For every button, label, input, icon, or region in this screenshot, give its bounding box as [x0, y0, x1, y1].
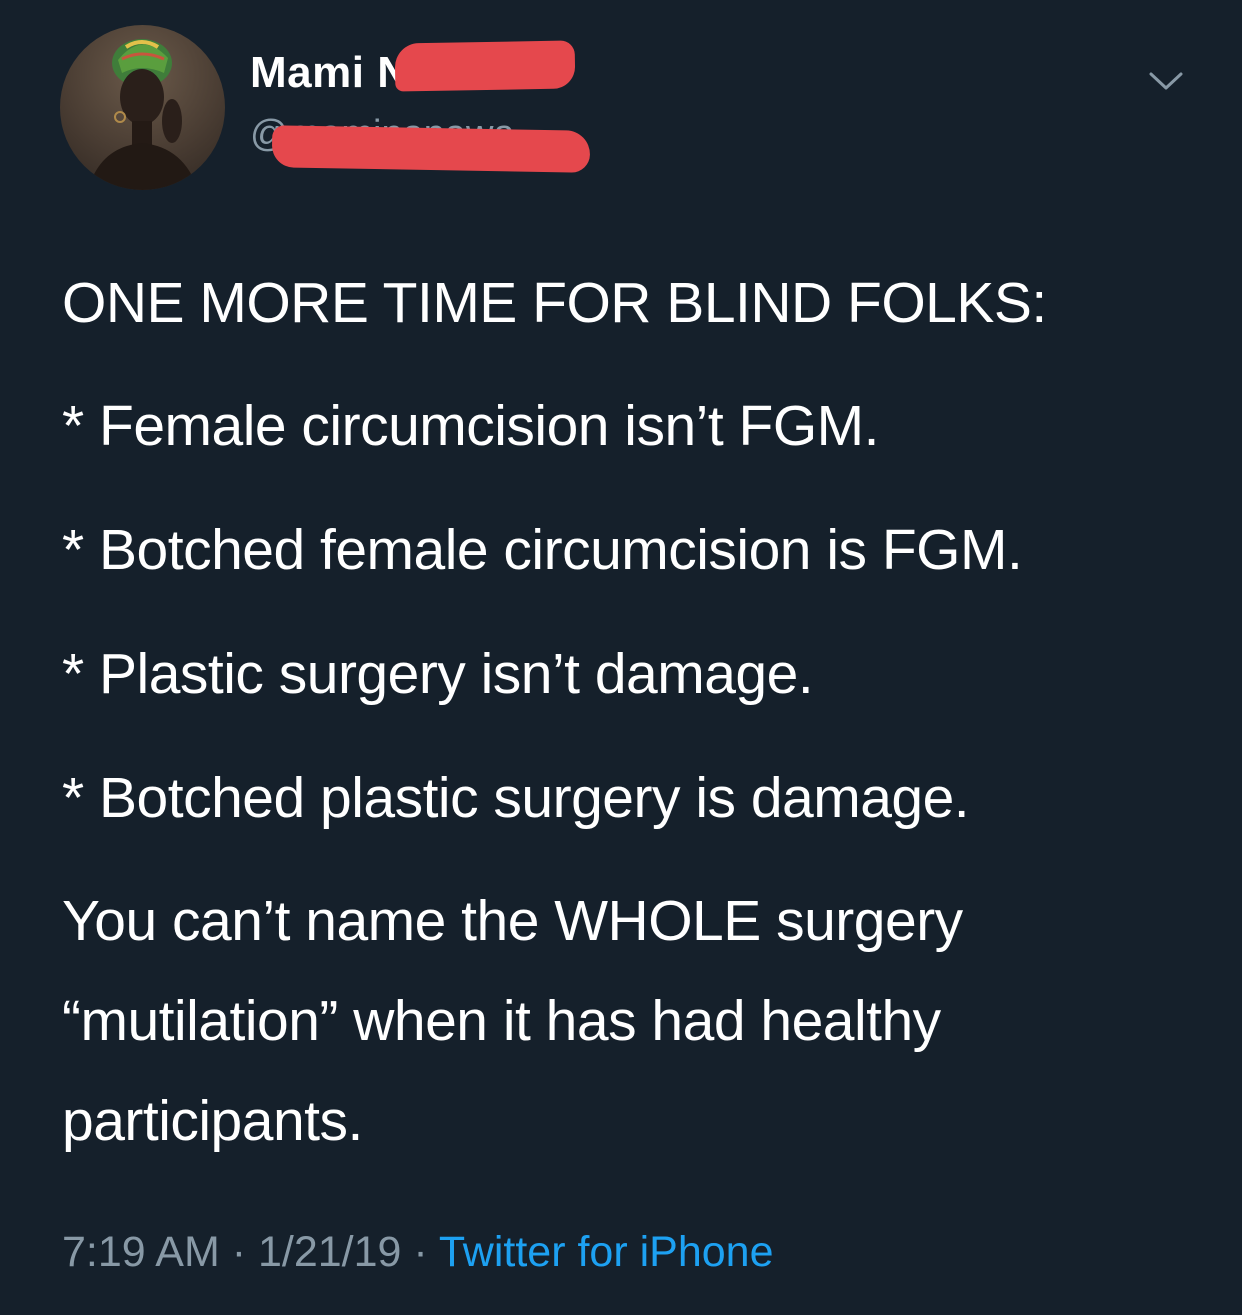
- tweet-line: * Plastic surgery isn’t damage.: [62, 642, 814, 706]
- avatar[interactable]: [60, 25, 225, 190]
- tweet: Mami Na @maminapawa ONE MORE TIME FOR BL…: [0, 0, 1242, 1315]
- display-name-text: Mami N: [250, 48, 410, 97]
- tweet-line: ONE MORE TIME FOR BLIND FOLKS:: [62, 271, 1047, 335]
- separator: ·: [401, 1228, 439, 1276]
- tweet-meta: 7:19 AM · 1/21/19 · Twitter for iPhone: [62, 1228, 773, 1277]
- handle-redaction: [271, 125, 591, 173]
- tweet-line: * Botched female circumcision is FGM.: [62, 518, 1023, 582]
- name-redaction: [394, 40, 576, 92]
- chevron-down-icon[interactable]: [1146, 62, 1186, 102]
- tweet-time[interactable]: 7:19 AM: [62, 1228, 220, 1276]
- tweet-date[interactable]: 1/21/19: [258, 1228, 401, 1276]
- tweet-line: * Botched plastic surgery is damage.: [62, 766, 970, 830]
- tweet-line: “mutilation” when it has had healthy: [62, 989, 941, 1053]
- tweet-source-link[interactable]: Twitter for iPhone: [439, 1228, 774, 1276]
- tweet-line: You can’t name the WHOLE surgery: [62, 889, 963, 953]
- separator: ·: [219, 1228, 258, 1276]
- tweet-line: * Female circumcision isn’t FGM.: [62, 394, 880, 458]
- avatar-image: [88, 39, 198, 190]
- tweet-line: participants.: [62, 1089, 363, 1153]
